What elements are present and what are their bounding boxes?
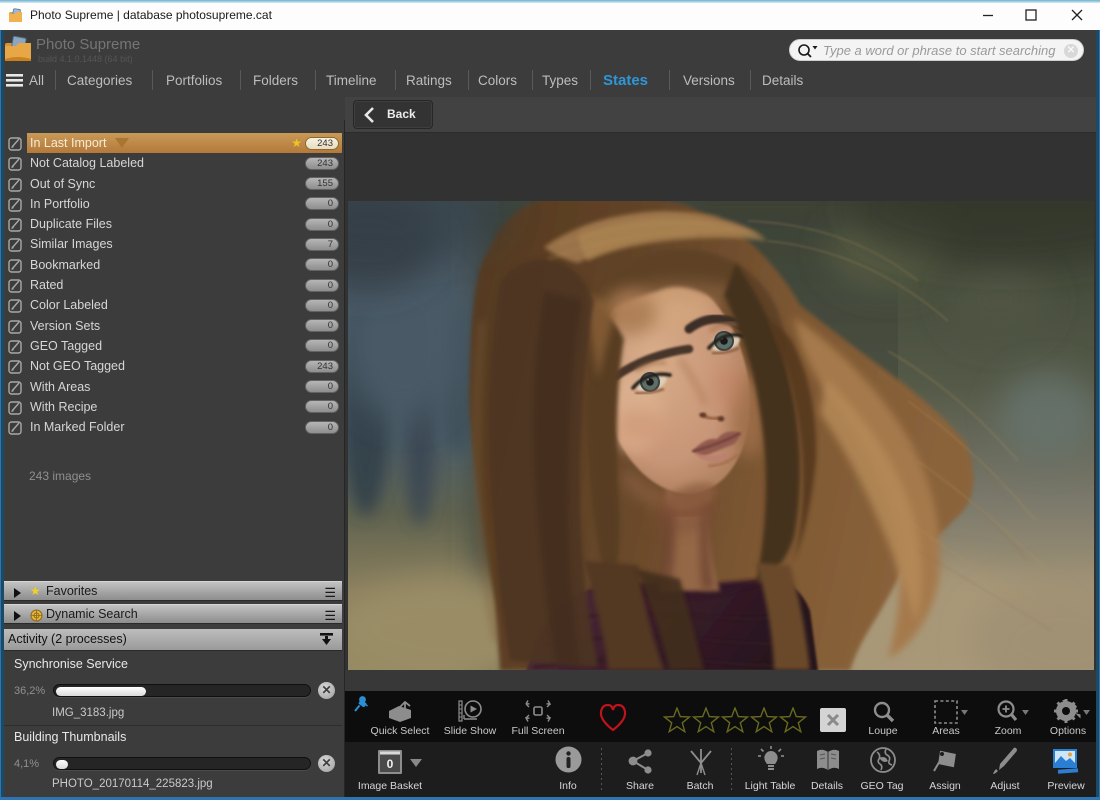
svg-text:0: 0	[387, 757, 394, 771]
